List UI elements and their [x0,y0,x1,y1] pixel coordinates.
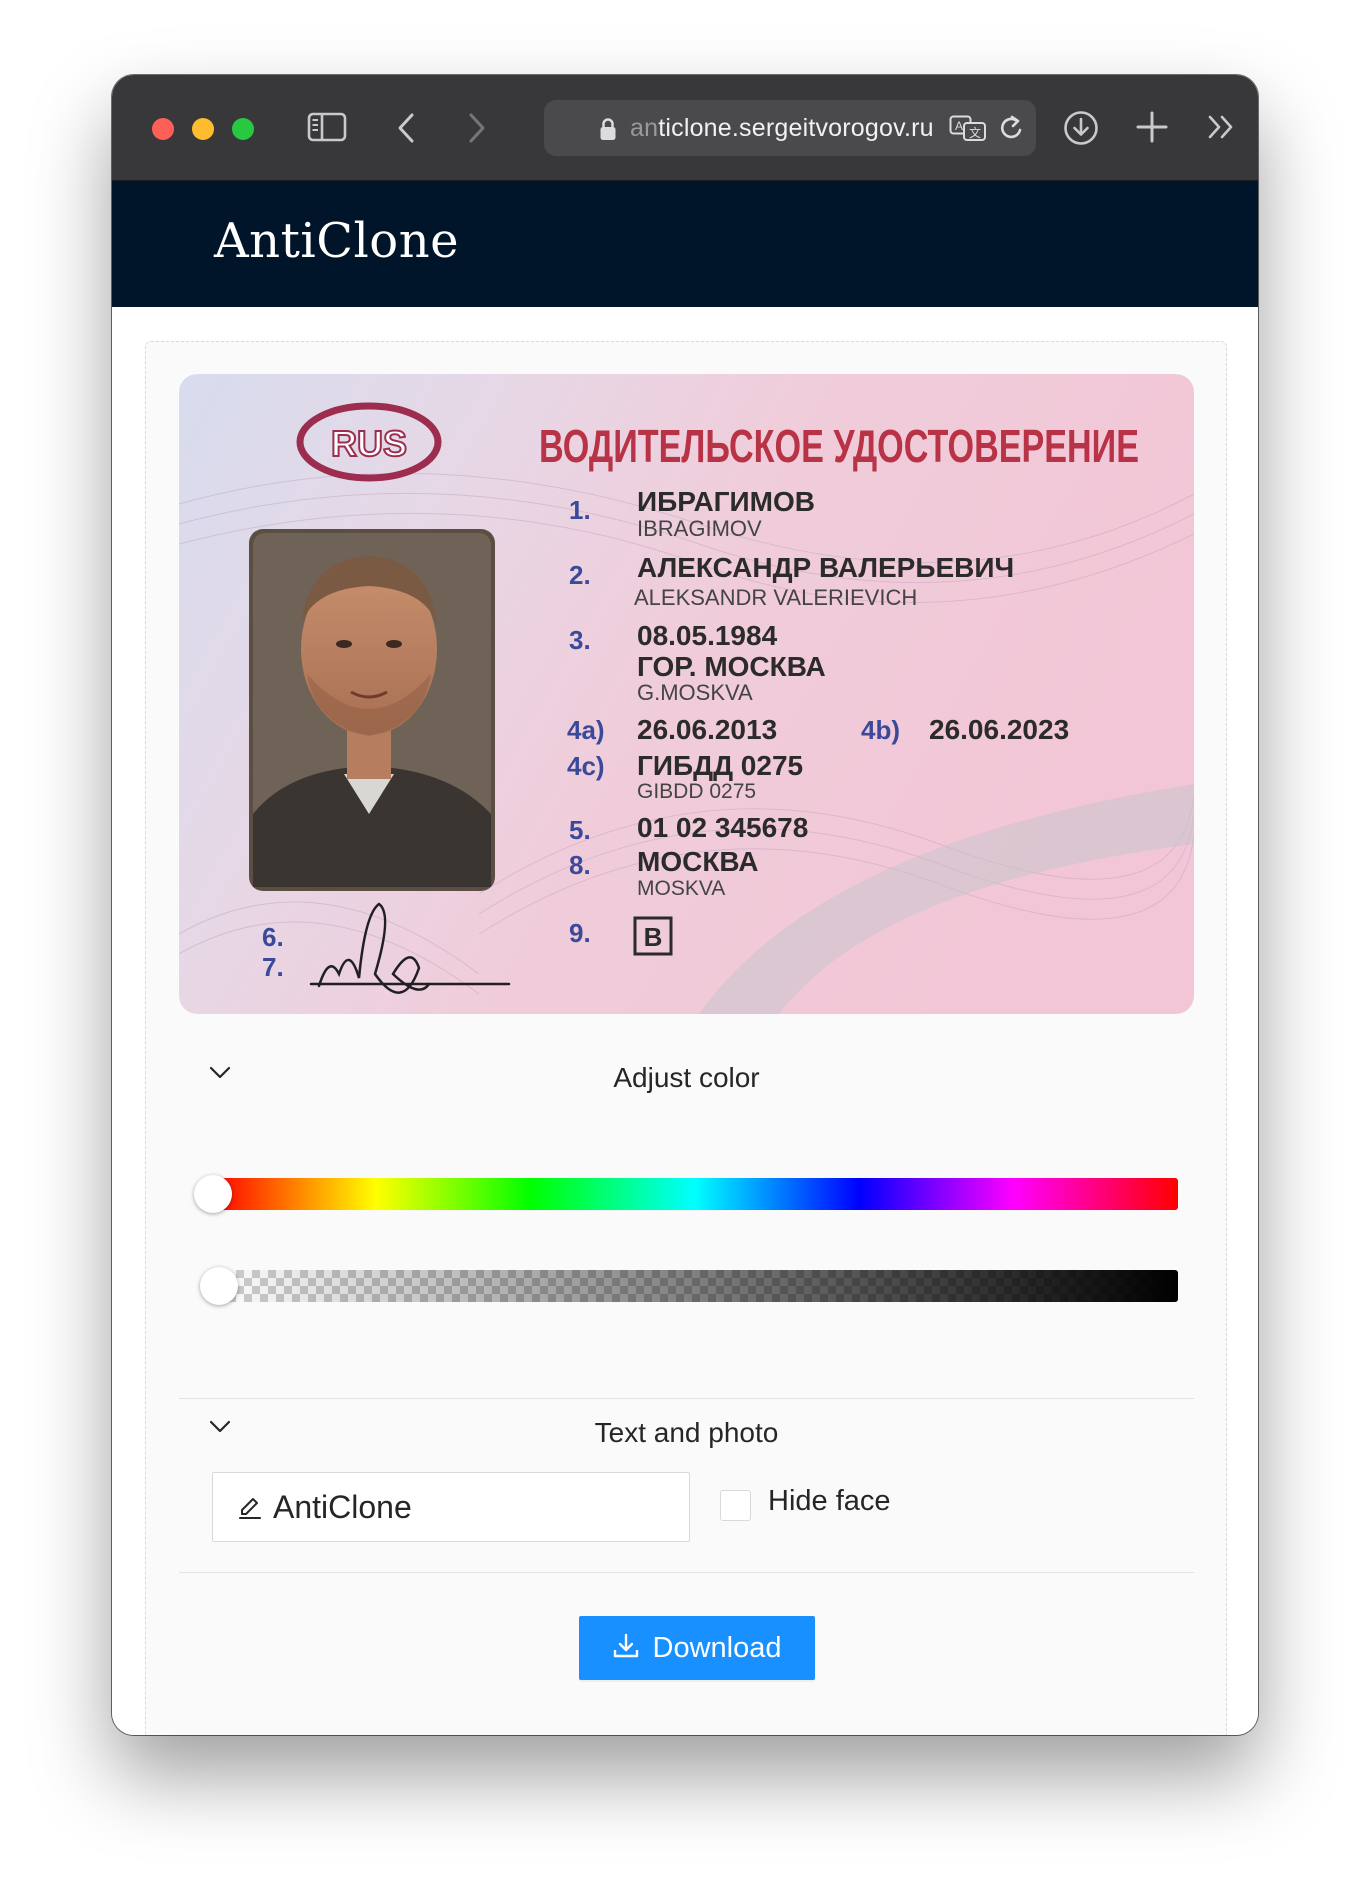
hue-slider[interactable] [212,1178,1178,1210]
translate-icon[interactable]: A文 [949,115,987,146]
field-number: 8. [569,850,591,880]
address-url-faded: an [630,114,659,142]
field-number: 4c) [567,751,605,781]
hide-face-checkbox[interactable] [720,1490,751,1521]
edit-icon [237,1495,263,1526]
field-latin: G.MOSKVA [637,680,753,705]
field-value: 26.06.2023 [929,714,1069,745]
address-url: anticlone.sergeitvorogov.ru [630,114,934,143]
country-code: RUS [331,423,407,464]
reload-icon[interactable] [999,114,1025,147]
adjust-color-title: Adjust color [613,1062,760,1093]
back-icon[interactable] [394,111,418,145]
field-value: 01 02 345678 [637,812,808,843]
site-logo[interactable]: AntiClone [214,213,459,269]
svg-text:文: 文 [969,125,981,140]
address-bar[interactable]: anticlone.sergeitvorogov.ru A文 [544,100,1036,156]
license-preview: RUS ВОДИТЕЛЬСКОЕ УДОСТОВЕРЕНИЕ 1. ИБРАГИ… [179,374,1194,1014]
field-value: 26.06.2013 [637,714,777,745]
adjust-color-header[interactable]: Adjust color [179,1048,1194,1108]
alpha-gradient [212,1270,1178,1302]
field-latin: GIBDD 0275 [637,780,756,803]
field-number: 4b) [861,715,900,745]
browser-window: anticlone.sergeitvorogov.ru A文 AntiClone [112,75,1258,1735]
overlay-text-value: AntiClone [273,1489,412,1525]
field-number: 3. [569,625,591,655]
download-label: Download [652,1631,782,1664]
field-value: ИБРАГИМОВ [637,486,815,517]
overlay-text-input[interactable]: AntiClone [212,1472,690,1542]
field-number: 2. [569,560,591,590]
address-url-text: ticlone.sergeitvorogov.ru [658,114,934,142]
field-number: 4a) [567,715,605,745]
download-icon [613,1633,639,1664]
field-value: 08.05.1984 [637,620,778,651]
text-photo-title: Text and photo [594,1417,779,1448]
new-tab-icon[interactable] [1135,110,1169,144]
hue-slider-handle[interactable] [194,1175,232,1213]
alpha-slider[interactable] [212,1270,1178,1302]
field-value: МОСКВА [637,846,758,877]
field-number: 5. [569,815,591,845]
download-button[interactable]: Download [579,1616,815,1680]
license-photo [249,529,495,891]
alpha-slider-handle[interactable] [200,1267,238,1305]
field-latin: IBRAGIMOV [637,516,762,541]
divider [179,1572,1194,1573]
page-content: RUS ВОДИТЕЛЬСКОЕ УДОСТОВЕРЕНИЕ 1. ИБРАГИ… [112,307,1258,1735]
editor-card: RUS ВОДИТЕЛЬСКОЕ УДОСТОВЕРЕНИЕ 1. ИБРАГИ… [145,341,1227,1735]
field-number: 6. [262,922,284,952]
field-number: 1. [569,495,591,525]
field-value: АЛЕКСАНДР ВАЛЕРЬЕВИЧ [637,552,1014,583]
downloads-icon[interactable] [1062,109,1100,147]
zoom-window-button[interactable] [232,118,254,140]
svg-text:A: A [955,119,963,133]
lock-icon [599,117,617,146]
minimize-window-button[interactable] [192,118,214,140]
field-number: 9. [569,918,591,948]
field-value: ГОР. МОСКВА [637,651,826,682]
category-box: B [644,922,663,952]
field-latin: MOSKVA [637,877,725,900]
sidebar-icon[interactable] [307,111,347,143]
text-photo-header[interactable]: Text and photo [179,1386,1194,1448]
more-icon[interactable] [1206,112,1238,142]
browser-toolbar: anticlone.sergeitvorogov.ru A文 [112,75,1258,181]
site-header: AntiClone [112,181,1258,307]
close-window-button[interactable] [152,118,174,140]
forward-icon[interactable] [465,111,489,145]
field-value: ГИБДД 0275 [637,750,803,781]
license-heading: ВОДИТЕЛЬСКОЕ УДОСТОВЕРЕНИЕ [539,420,1139,472]
hide-face-label[interactable]: Hide face [768,1485,891,1518]
field-latin: ALEKSANDR VALERIEVICH [634,585,917,610]
field-number: 7. [262,952,284,982]
